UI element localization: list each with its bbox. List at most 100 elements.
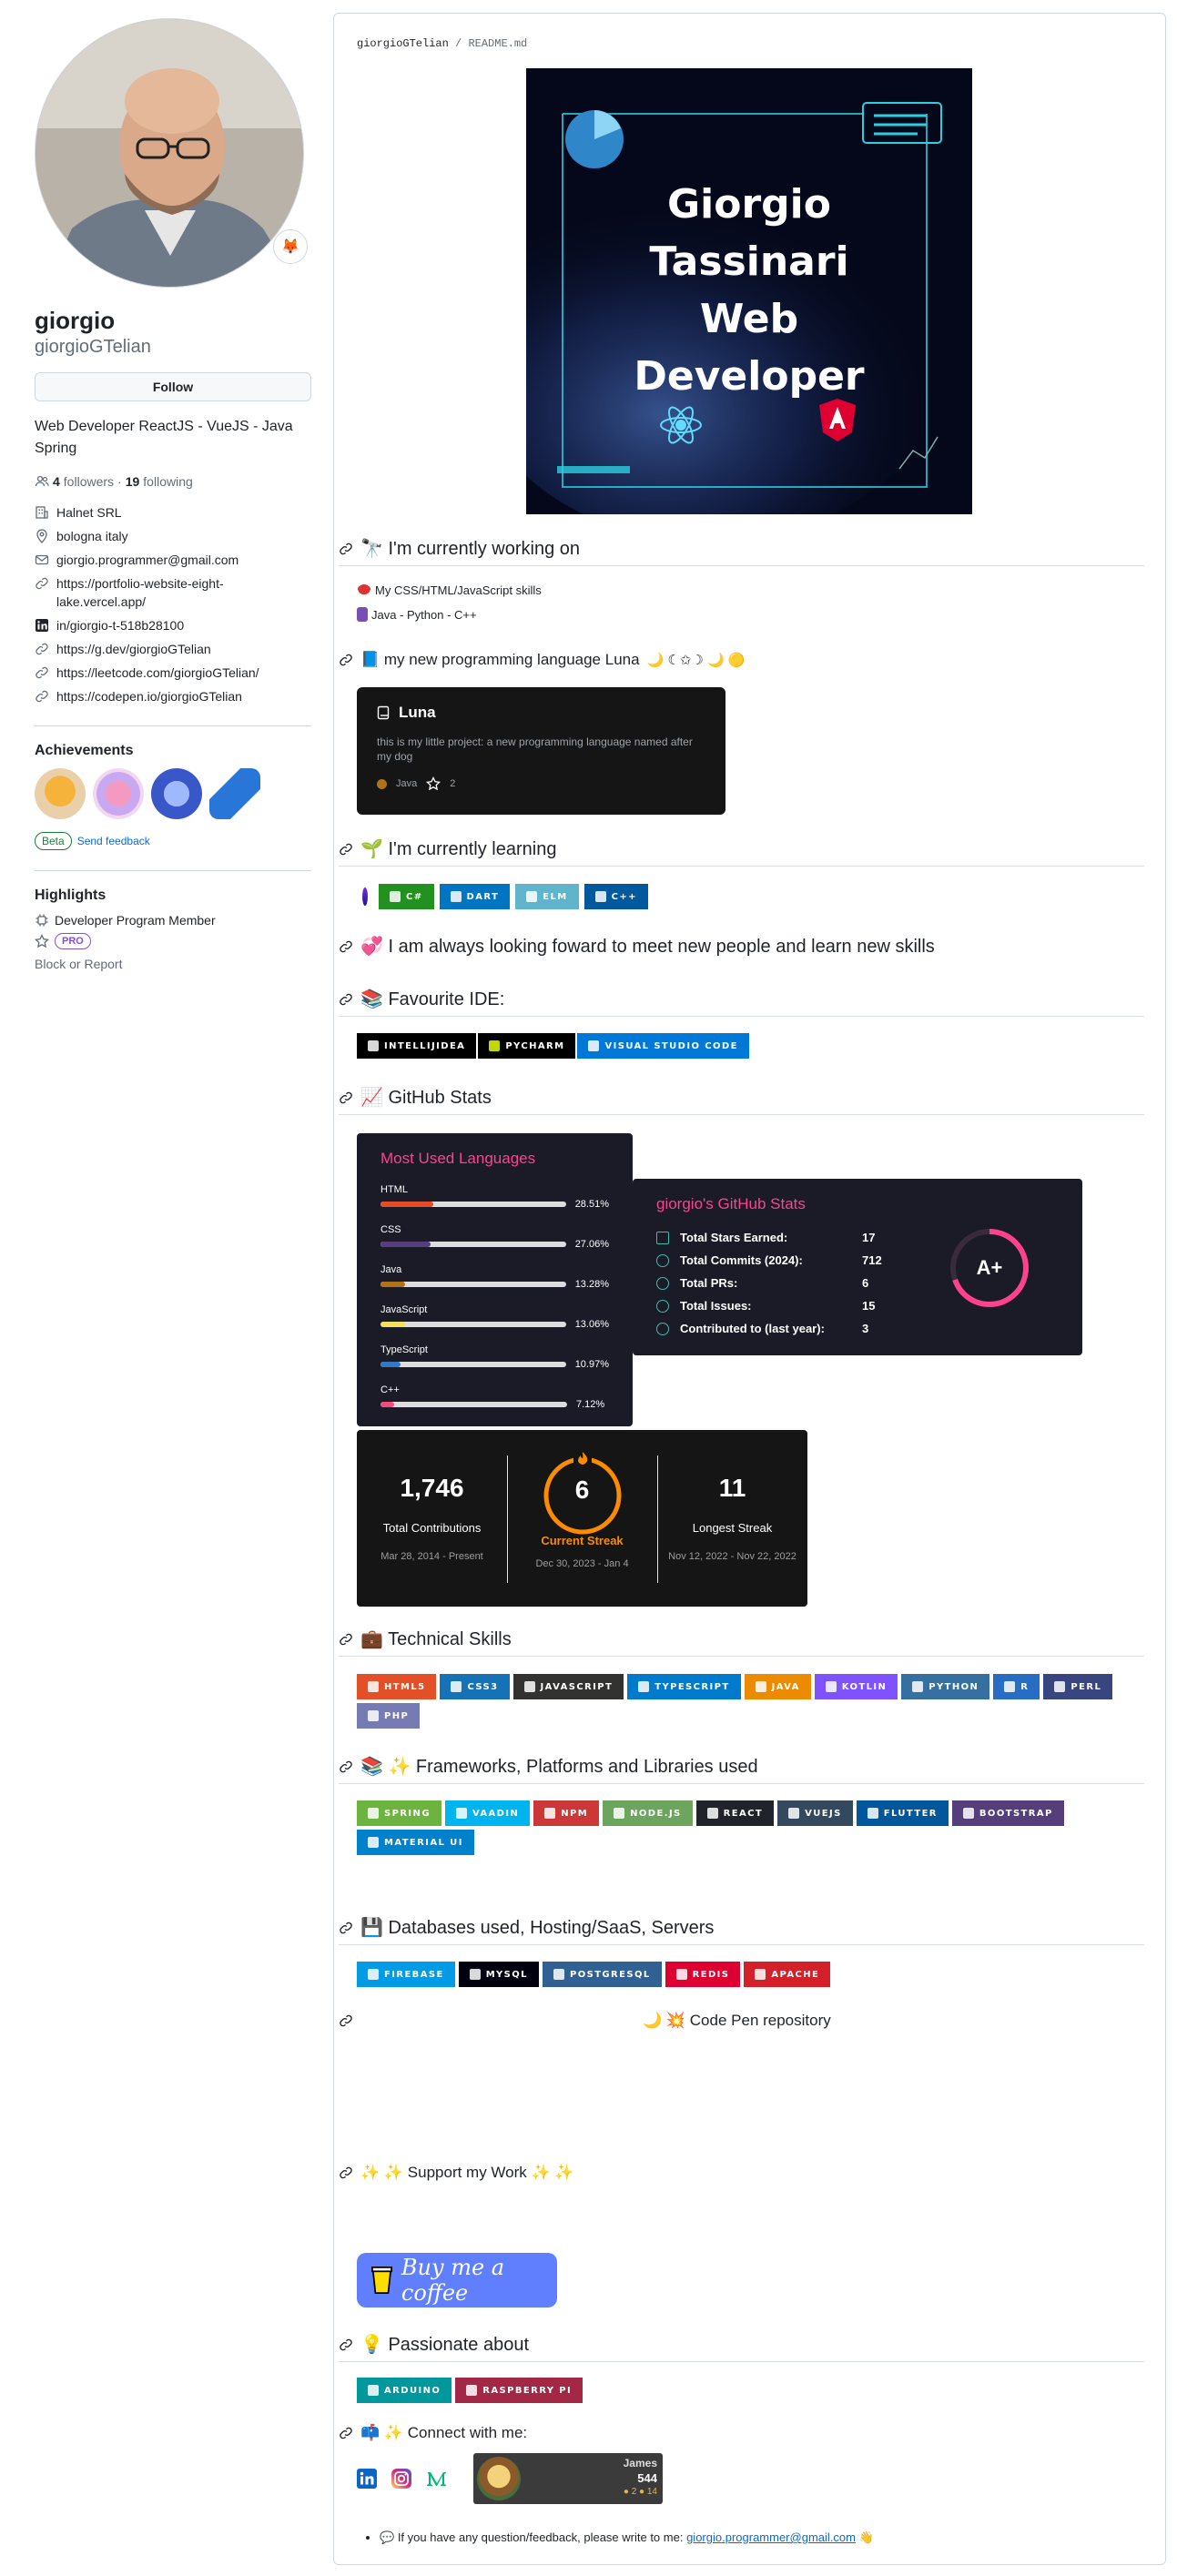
divider [35, 869, 311, 871]
link-icon [36, 690, 48, 702]
anchor-link-icon[interactable] [339, 1632, 353, 1647]
issue-icon [656, 1299, 669, 1313]
badge-node-js: NODE.JS [603, 1800, 693, 1826]
badge-logo-icon [523, 1681, 535, 1692]
badge-logo-icon [1054, 1681, 1066, 1692]
readme-path-user[interactable]: giorgioGTelian [357, 37, 449, 50]
anchor-link-icon[interactable] [339, 653, 353, 667]
medium-icon[interactable] [426, 2469, 448, 2489]
badge-logo-icon [675, 1969, 687, 1980]
language-name: CSS [380, 1224, 401, 1235]
anchor-link-icon[interactable] [339, 2165, 353, 2180]
follow-button[interactable]: Follow [35, 371, 311, 401]
anchor-link-icon[interactable] [339, 842, 353, 857]
badge-logo-icon [1004, 1681, 1016, 1692]
luna-repo-title[interactable]: Luna [399, 704, 436, 722]
language-name: TypeScript [380, 1344, 428, 1355]
badge-logo-icon [755, 1681, 766, 1692]
section-heading-skills: 💼 Technical Skills [339, 1628, 1144, 1657]
link-icon [36, 643, 48, 654]
vcard-link-codepen[interactable]: https://codepen.io/giorgioGTelian [35, 687, 311, 705]
anchor-link-icon[interactable] [339, 939, 353, 954]
buy-me-a-coffee-button[interactable]: Buy me a coffee [357, 2253, 557, 2307]
anchor-link-icon[interactable] [339, 2013, 353, 2028]
linkedin-icon[interactable] [357, 2469, 377, 2489]
vcard-linkedin[interactable]: in/giorgio-t-518b28100 [35, 616, 311, 634]
github-stats-card: giorgio's GitHub Stats Total Stars Earne… [633, 1179, 1082, 1355]
leetcode-avatar [477, 2457, 521, 2500]
vcard-location: bologna italy [35, 527, 311, 545]
readme-box: giorgioGTelian / README.md Giorgio Tassi… [333, 13, 1166, 2565]
stats-row: Contributed to (last year): 3 [656, 1317, 1059, 1340]
pro-badge: PRO [55, 932, 91, 949]
badge-raspberry-pi: RASPBERRY PI [455, 2378, 583, 2403]
block-or-report-link[interactable]: Block or Report [35, 957, 311, 971]
working-item: My CSS/HTML/JavaScript skills [357, 583, 542, 597]
badge-npm: NPM [533, 1800, 600, 1826]
anchor-link-icon[interactable] [339, 1090, 353, 1105]
followers-label[interactable]: followers [64, 474, 114, 489]
badge-spring: SPRING [357, 1800, 441, 1826]
language-bar [380, 1282, 566, 1287]
language-percent: 28.51% [574, 1199, 609, 1210]
linkedin-icon [36, 618, 48, 632]
achievement-badge[interactable] [35, 767, 86, 819]
leetcode-card[interactable]: James 544 ● 2 ● 14 [473, 2453, 663, 2504]
luna-repo-description: this is my little project: a new program… [377, 735, 693, 763]
anchor-link-icon[interactable] [339, 992, 353, 1007]
achievement-badge[interactable] [209, 767, 260, 819]
anchor-link-icon[interactable] [339, 1760, 353, 1774]
pr-icon [656, 1276, 669, 1290]
achievement-badge[interactable] [151, 767, 202, 819]
language-bar-fill [380, 1282, 406, 1287]
vcard-website[interactable]: https://portfolio-website-eight-lake.ver… [35, 574, 311, 611]
badge-perl: PERL [1043, 1674, 1113, 1699]
streak-longest: 11 Longest Streak Nov 12, 2022 - Nov 22,… [668, 1474, 797, 1562]
badge-material-ui: MATERIAL UI [357, 1830, 474, 1855]
language-name: HTML [380, 1184, 408, 1195]
avatar[interactable] [35, 18, 304, 288]
badge-css3: CSS3 [440, 1674, 510, 1699]
luna-repo-card[interactable]: Luna this is my little project: a new pr… [357, 687, 725, 815]
badge-logo-icon [451, 1681, 462, 1692]
vcard-link-leetcode[interactable]: https://leetcode.com/giorgioGTelian/ [35, 664, 311, 682]
speech-bubble-icon: 💬 [380, 2530, 395, 2544]
language-bar-fill [380, 1402, 394, 1407]
following-count[interactable]: 19 [126, 474, 140, 489]
language-name: Java [380, 1264, 402, 1275]
profile-name: giorgio [35, 307, 116, 334]
badge-python: PYTHON [901, 1674, 990, 1699]
vcard-link-gdev[interactable]: https://g.dev/giorgioGTelian [35, 640, 311, 658]
feather-icon [357, 884, 373, 909]
anchor-link-icon[interactable] [339, 542, 353, 556]
following-label[interactable]: following [143, 474, 192, 489]
vcard-email[interactable]: giorgio.programmer@gmail.com [35, 551, 311, 569]
vcard-organization: Halnet SRL [35, 503, 311, 522]
anchor-link-icon[interactable] [339, 2338, 353, 2352]
language-bar-fill [380, 1242, 431, 1247]
leetcode-score: 544 [637, 2471, 657, 2485]
badge-flutter: FLUTTER [856, 1800, 949, 1826]
footer-email-link[interactable]: giorgio.programmer@gmail.com [686, 2530, 856, 2544]
anchor-link-icon[interactable] [339, 2426, 353, 2440]
footer-list: 💬 If you have any question/feedback, ple… [380, 2530, 874, 2545]
achievement-badge[interactable] [93, 767, 144, 819]
language-dot [377, 778, 387, 789]
badge-vaadin: VAADIN [444, 1800, 531, 1826]
instagram-icon[interactable] [391, 2469, 411, 2489]
language-percent: 10.97% [574, 1359, 609, 1370]
star-icon [656, 1231, 669, 1244]
status-emoji[interactable]: 🦊 [273, 229, 308, 264]
passion-badges: ARDUINO RASPBERRY PI [357, 2378, 1140, 2403]
streak-current: 6 Current Streak Dec 30, 2023 - Jan 4 [535, 1476, 629, 1569]
followers-count[interactable]: 4 [53, 474, 60, 489]
section-heading-working: 🔭 I'm currently working on [339, 537, 1144, 566]
social-links: James 544 ● 2 ● 14 [357, 2453, 663, 2504]
anchor-link-icon[interactable] [339, 1921, 353, 1935]
badge-intellij: INTELLIJIDEA [357, 1033, 477, 1059]
badge-vscode: VISUAL STUDIO CODE [577, 1033, 749, 1059]
people-icon [35, 475, 49, 486]
send-feedback-link[interactable]: Send feedback [77, 835, 150, 847]
avatar-container: 🦊 [35, 18, 308, 288]
section-heading-stats: 📈 GitHub Stats [339, 1086, 1144, 1115]
